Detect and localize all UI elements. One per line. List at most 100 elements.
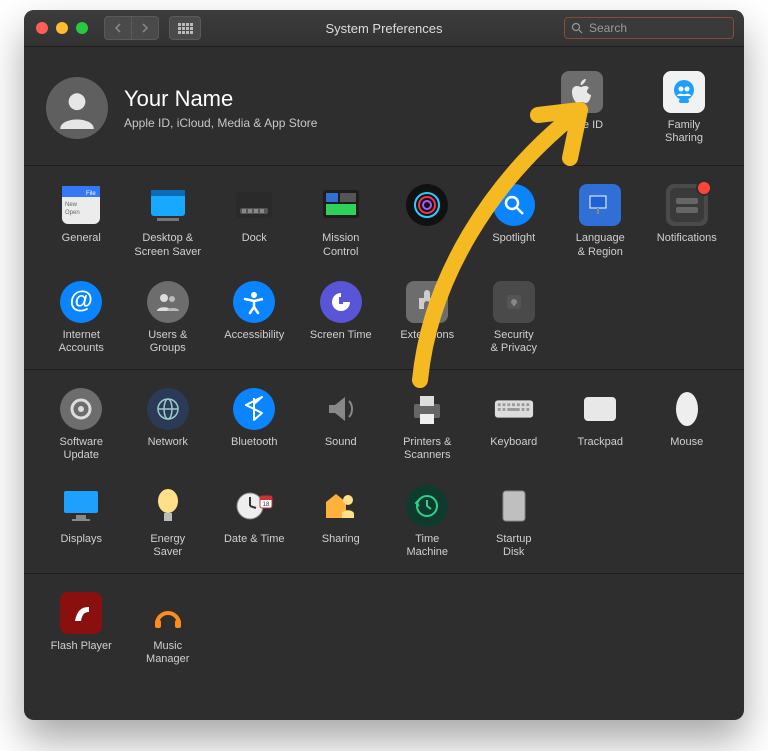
- apple-id-item[interactable]: Apple ID: [544, 71, 620, 145]
- back-button[interactable]: [104, 16, 132, 40]
- bluetooth-icon: [233, 388, 275, 430]
- language-region-item[interactable]: Language & Region: [562, 184, 638, 258]
- screen-time-icon: [320, 281, 362, 323]
- users-icon: [147, 281, 189, 323]
- users-groups-item[interactable]: Users & Groups: [130, 281, 206, 355]
- user-info: Your Name Apple ID, iCloud, Media & App …: [124, 86, 544, 130]
- dock-label: Dock: [242, 232, 267, 258]
- trackpad-icon: [579, 388, 621, 430]
- family-sharing-item[interactable]: Family Sharing: [646, 71, 722, 145]
- mouse-icon: [666, 388, 708, 430]
- energy-label: Energy Saver: [150, 533, 185, 559]
- general-icon: File New Open: [60, 184, 102, 226]
- system-preferences-window: System Preferences Your Name Apple ID, i…: [24, 10, 744, 720]
- user-name: Your Name: [124, 86, 544, 112]
- desktop-icon: [147, 184, 189, 226]
- person-icon: [56, 87, 98, 129]
- startup-disk-icon: [493, 485, 535, 527]
- security-privacy-item[interactable]: Security & Privacy: [476, 281, 552, 355]
- displays-item[interactable]: Displays: [43, 485, 119, 559]
- language-icon: [579, 184, 621, 226]
- network-icon: [147, 388, 189, 430]
- accessibility-label: Accessibility: [224, 329, 284, 355]
- music-manager-icon: [147, 592, 189, 634]
- energy-saver-item[interactable]: Energy Saver: [130, 485, 206, 559]
- keyboard-label: Keyboard: [490, 436, 537, 462]
- sharing-item[interactable]: Sharing: [303, 485, 379, 559]
- titlebar: System Preferences: [24, 10, 744, 47]
- extensions-icon: [406, 281, 448, 323]
- extensions-label: Extensions: [400, 329, 454, 355]
- sound-label: Sound: [325, 436, 357, 462]
- security-icon: [493, 281, 535, 323]
- printers-scanners-item[interactable]: Printers & Scanners: [389, 388, 465, 462]
- screen-time-label: Screen Time: [310, 329, 372, 355]
- apple-logo-icon: [561, 71, 603, 113]
- general-item[interactable]: File New Open General: [43, 184, 119, 258]
- svg-text:New: New: [65, 202, 78, 208]
- flash-player-item[interactable]: Flash Player: [43, 592, 119, 666]
- mouse-item[interactable]: Mouse: [649, 388, 725, 462]
- printer-icon: [406, 388, 448, 430]
- gear-icon: [60, 388, 102, 430]
- bluetooth-item[interactable]: Bluetooth: [216, 388, 292, 462]
- grid-icon: [178, 23, 193, 34]
- music-manager-item[interactable]: Music Manager: [130, 592, 206, 666]
- date-time-item[interactable]: 18 Date & Time: [216, 485, 292, 559]
- search-input[interactable]: [587, 20, 744, 36]
- accessibility-icon: [233, 281, 275, 323]
- trackpad-label: Trackpad: [578, 436, 623, 462]
- trackpad-item[interactable]: Trackpad: [562, 388, 638, 462]
- sound-item[interactable]: Sound: [303, 388, 379, 462]
- spotlight-item[interactable]: Spotlight: [476, 184, 552, 258]
- general-label: General: [62, 232, 101, 258]
- keyboard-item[interactable]: Keyboard: [476, 388, 552, 462]
- printers-label: Printers & Scanners: [403, 436, 451, 462]
- notifications-icon: [666, 184, 708, 226]
- time-machine-label: Time Machine: [406, 533, 448, 559]
- keyboard-icon: [493, 388, 535, 430]
- language-label: Language & Region: [576, 232, 625, 258]
- accessibility-item[interactable]: Accessibility: [216, 281, 292, 355]
- extensions-item[interactable]: Extensions: [389, 281, 465, 355]
- account-header: Your Name Apple ID, iCloud, Media & App …: [24, 47, 744, 166]
- screen-time-item[interactable]: Screen Time: [303, 281, 379, 355]
- svg-text:File: File: [86, 191, 96, 197]
- time-machine-item[interactable]: Time Machine: [389, 485, 465, 559]
- dock-item[interactable]: Dock: [216, 184, 292, 258]
- internet-accounts-item[interactable]: @ Internet Accounts: [43, 281, 119, 355]
- desktop-label: Desktop & Screen Saver: [134, 232, 201, 258]
- search-icon: [571, 22, 583, 34]
- user-avatar[interactable]: [46, 77, 108, 139]
- security-label: Security & Privacy: [491, 329, 537, 355]
- forward-button[interactable]: [132, 16, 159, 40]
- siri-item[interactable]: [389, 184, 465, 258]
- spotlight-label: Spotlight: [492, 232, 535, 258]
- notifications-item[interactable]: Notifications: [649, 184, 725, 258]
- music-manager-label: Music Manager: [146, 640, 189, 666]
- flash-label: Flash Player: [51, 640, 112, 666]
- at-icon: @: [60, 281, 102, 323]
- sharing-label: Sharing: [322, 533, 360, 559]
- minimize-window-button[interactable]: [56, 22, 68, 34]
- energy-icon: [147, 485, 189, 527]
- displays-icon: [60, 485, 102, 527]
- dock-icon: [233, 184, 275, 226]
- network-item[interactable]: Network: [130, 388, 206, 462]
- family-sharing-icon: [663, 71, 705, 113]
- startup-disk-item[interactable]: Startup Disk: [476, 485, 552, 559]
- mission-control-label: Mission Control: [322, 232, 359, 258]
- software-update-item[interactable]: Software Update: [43, 388, 119, 462]
- date-time-label: Date & Time: [224, 533, 285, 559]
- show-all-button[interactable]: [169, 16, 201, 40]
- search-field[interactable]: [564, 17, 734, 39]
- mouse-label: Mouse: [670, 436, 703, 462]
- zoom-window-button[interactable]: [76, 22, 88, 34]
- desktop-screensaver-item[interactable]: Desktop & Screen Saver: [130, 184, 206, 258]
- flash-icon: [60, 592, 102, 634]
- close-window-button[interactable]: [36, 22, 48, 34]
- mission-control-icon: [320, 184, 362, 226]
- spotlight-icon: [493, 184, 535, 226]
- section-thirdparty: Flash Player Music Manager: [24, 574, 744, 680]
- mission-control-item[interactable]: Mission Control: [303, 184, 379, 258]
